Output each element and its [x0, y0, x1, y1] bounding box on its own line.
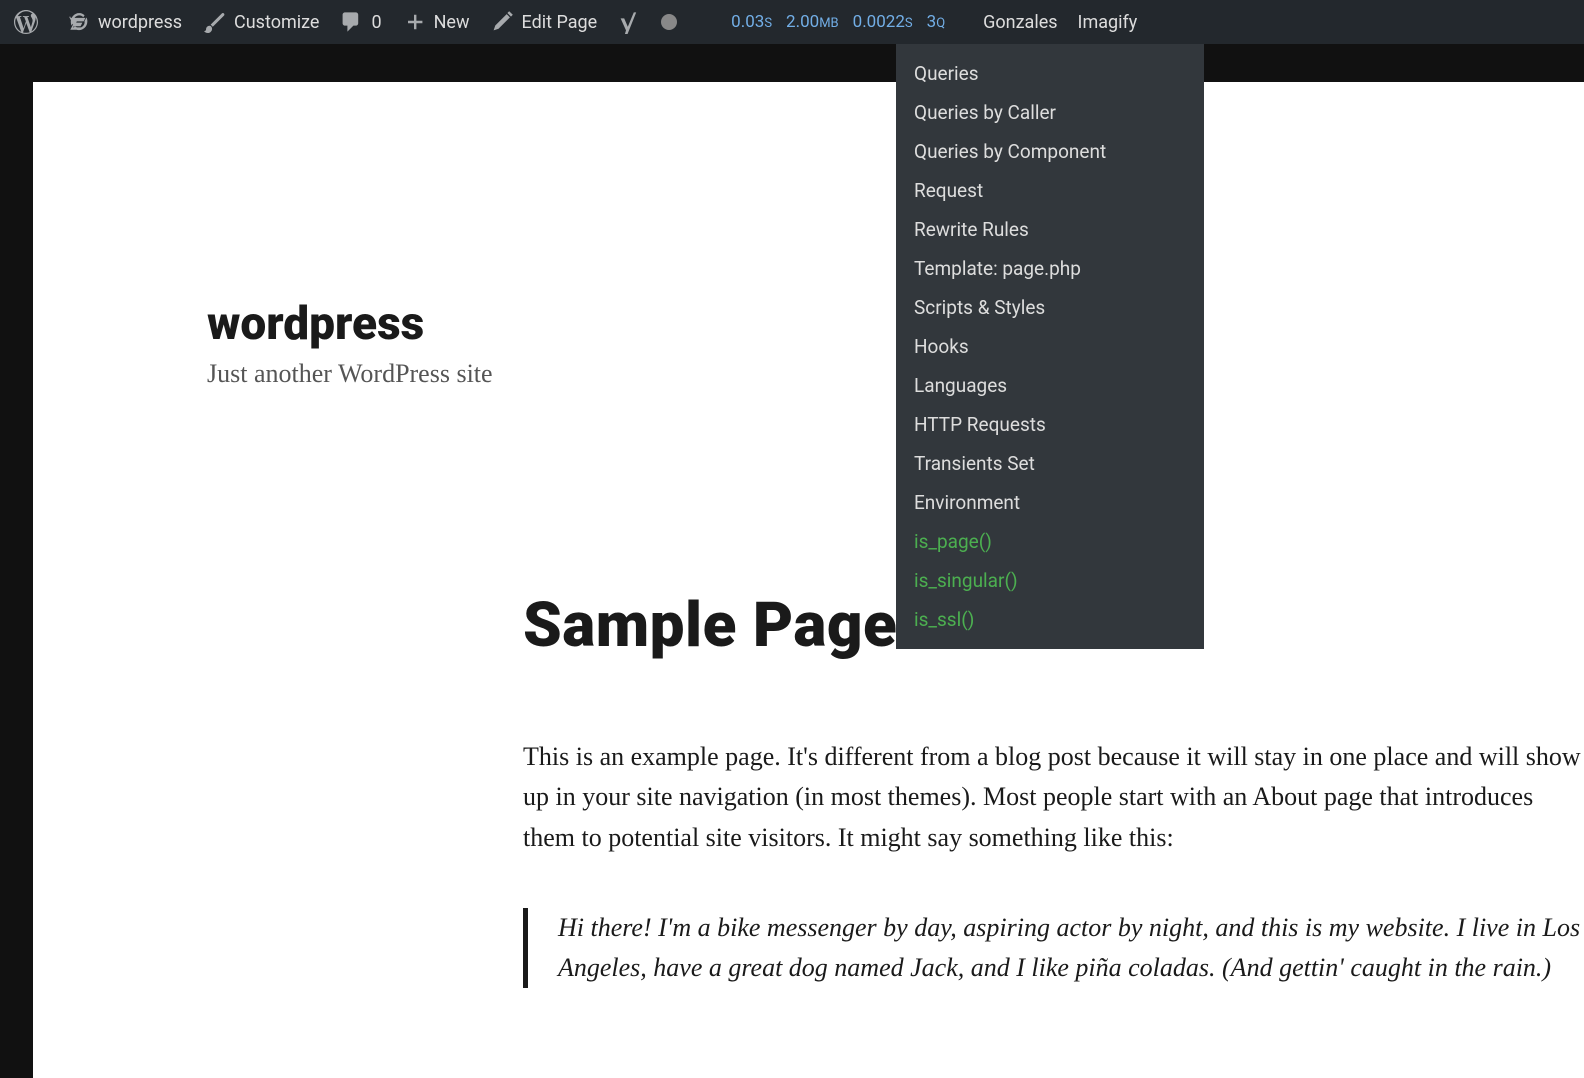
yoast-menu[interactable] — [607, 0, 651, 44]
query-monitor-stats[interactable]: 0.03S 2.00MB 0.0022S 3Q — [717, 0, 959, 44]
status-dot-item[interactable] — [651, 0, 687, 44]
new-label: New — [434, 12, 470, 33]
dashboard-icon — [66, 10, 90, 34]
imagify-menu[interactable]: Imagify — [1068, 0, 1148, 44]
qm-menu-item[interactable]: Languages — [896, 366, 1204, 405]
qm-menu-item[interactable]: Queries by Caller — [896, 93, 1204, 132]
customize-menu[interactable]: Customize — [192, 0, 329, 44]
qm-menu-item[interactable]: Environment — [896, 483, 1204, 522]
entry-quote: Hi there! I'm a bike messenger by day, a… — [523, 908, 1584, 989]
qm-db-time: 0.0022S — [853, 12, 913, 32]
status-dot-icon — [661, 14, 677, 30]
admin-bar: wordpress Customize 0 New Edit Page 0.03… — [0, 0, 1584, 44]
edit-page-menu[interactable]: Edit Page — [480, 0, 608, 44]
qm-menu-item[interactable]: is_page() — [896, 522, 1204, 561]
comments-menu[interactable]: 0 — [329, 0, 391, 44]
qm-menu-item[interactable]: Rewrite Rules — [896, 210, 1204, 249]
qm-menu-item[interactable]: Queries — [896, 54, 1204, 93]
comment-icon — [339, 10, 363, 34]
qm-menu-item[interactable]: is_singular() — [896, 561, 1204, 600]
qm-menu-item[interactable]: Request — [896, 171, 1204, 210]
yoast-icon — [617, 10, 641, 34]
page-wrapper: wordpress Just another WordPress site Sa… — [0, 44, 1584, 1078]
qm-queries: 3Q — [927, 12, 946, 32]
qm-menu-item[interactable]: Template: page.php — [896, 249, 1204, 288]
site-header: wordpress Just another WordPress site — [33, 297, 1584, 389]
wp-logo-menu[interactable] — [4, 0, 56, 44]
query-monitor-dropdown: QueriesQueries by CallerQueries by Compo… — [896, 44, 1204, 649]
gonzales-label: Gonzales — [983, 12, 1057, 33]
page-content: wordpress Just another WordPress site Sa… — [33, 82, 1584, 1078]
entry-content: Sample Page This is an example page. It'… — [33, 589, 1584, 988]
site-name-label: wordpress — [98, 12, 182, 33]
imagify-label: Imagify — [1078, 12, 1138, 33]
qm-menu-item[interactable]: Hooks — [896, 327, 1204, 366]
brush-icon — [202, 10, 226, 34]
site-name-menu[interactable]: wordpress — [56, 0, 192, 44]
pencil-icon — [490, 10, 514, 34]
qm-menu-item[interactable]: Scripts & Styles — [896, 288, 1204, 327]
new-content-menu[interactable]: New — [392, 0, 480, 44]
gonzales-menu[interactable]: Gonzales — [973, 0, 1067, 44]
entry-body: This is an example page. It's different … — [523, 737, 1584, 858]
wordpress-logo-icon — [14, 10, 38, 34]
qm-menu-item[interactable]: is_ssl() — [896, 600, 1204, 639]
customize-label: Customize — [234, 12, 319, 33]
qm-time: 0.03S — [731, 12, 772, 32]
qm-mem: 2.00MB — [786, 12, 839, 32]
qm-menu-item[interactable]: Transients Set — [896, 444, 1204, 483]
edit-page-label: Edit Page — [522, 12, 598, 33]
qm-menu-item[interactable]: HTTP Requests — [896, 405, 1204, 444]
plus-icon — [402, 10, 426, 34]
comments-count: 0 — [371, 12, 381, 33]
qm-menu-item[interactable]: Queries by Component — [896, 132, 1204, 171]
